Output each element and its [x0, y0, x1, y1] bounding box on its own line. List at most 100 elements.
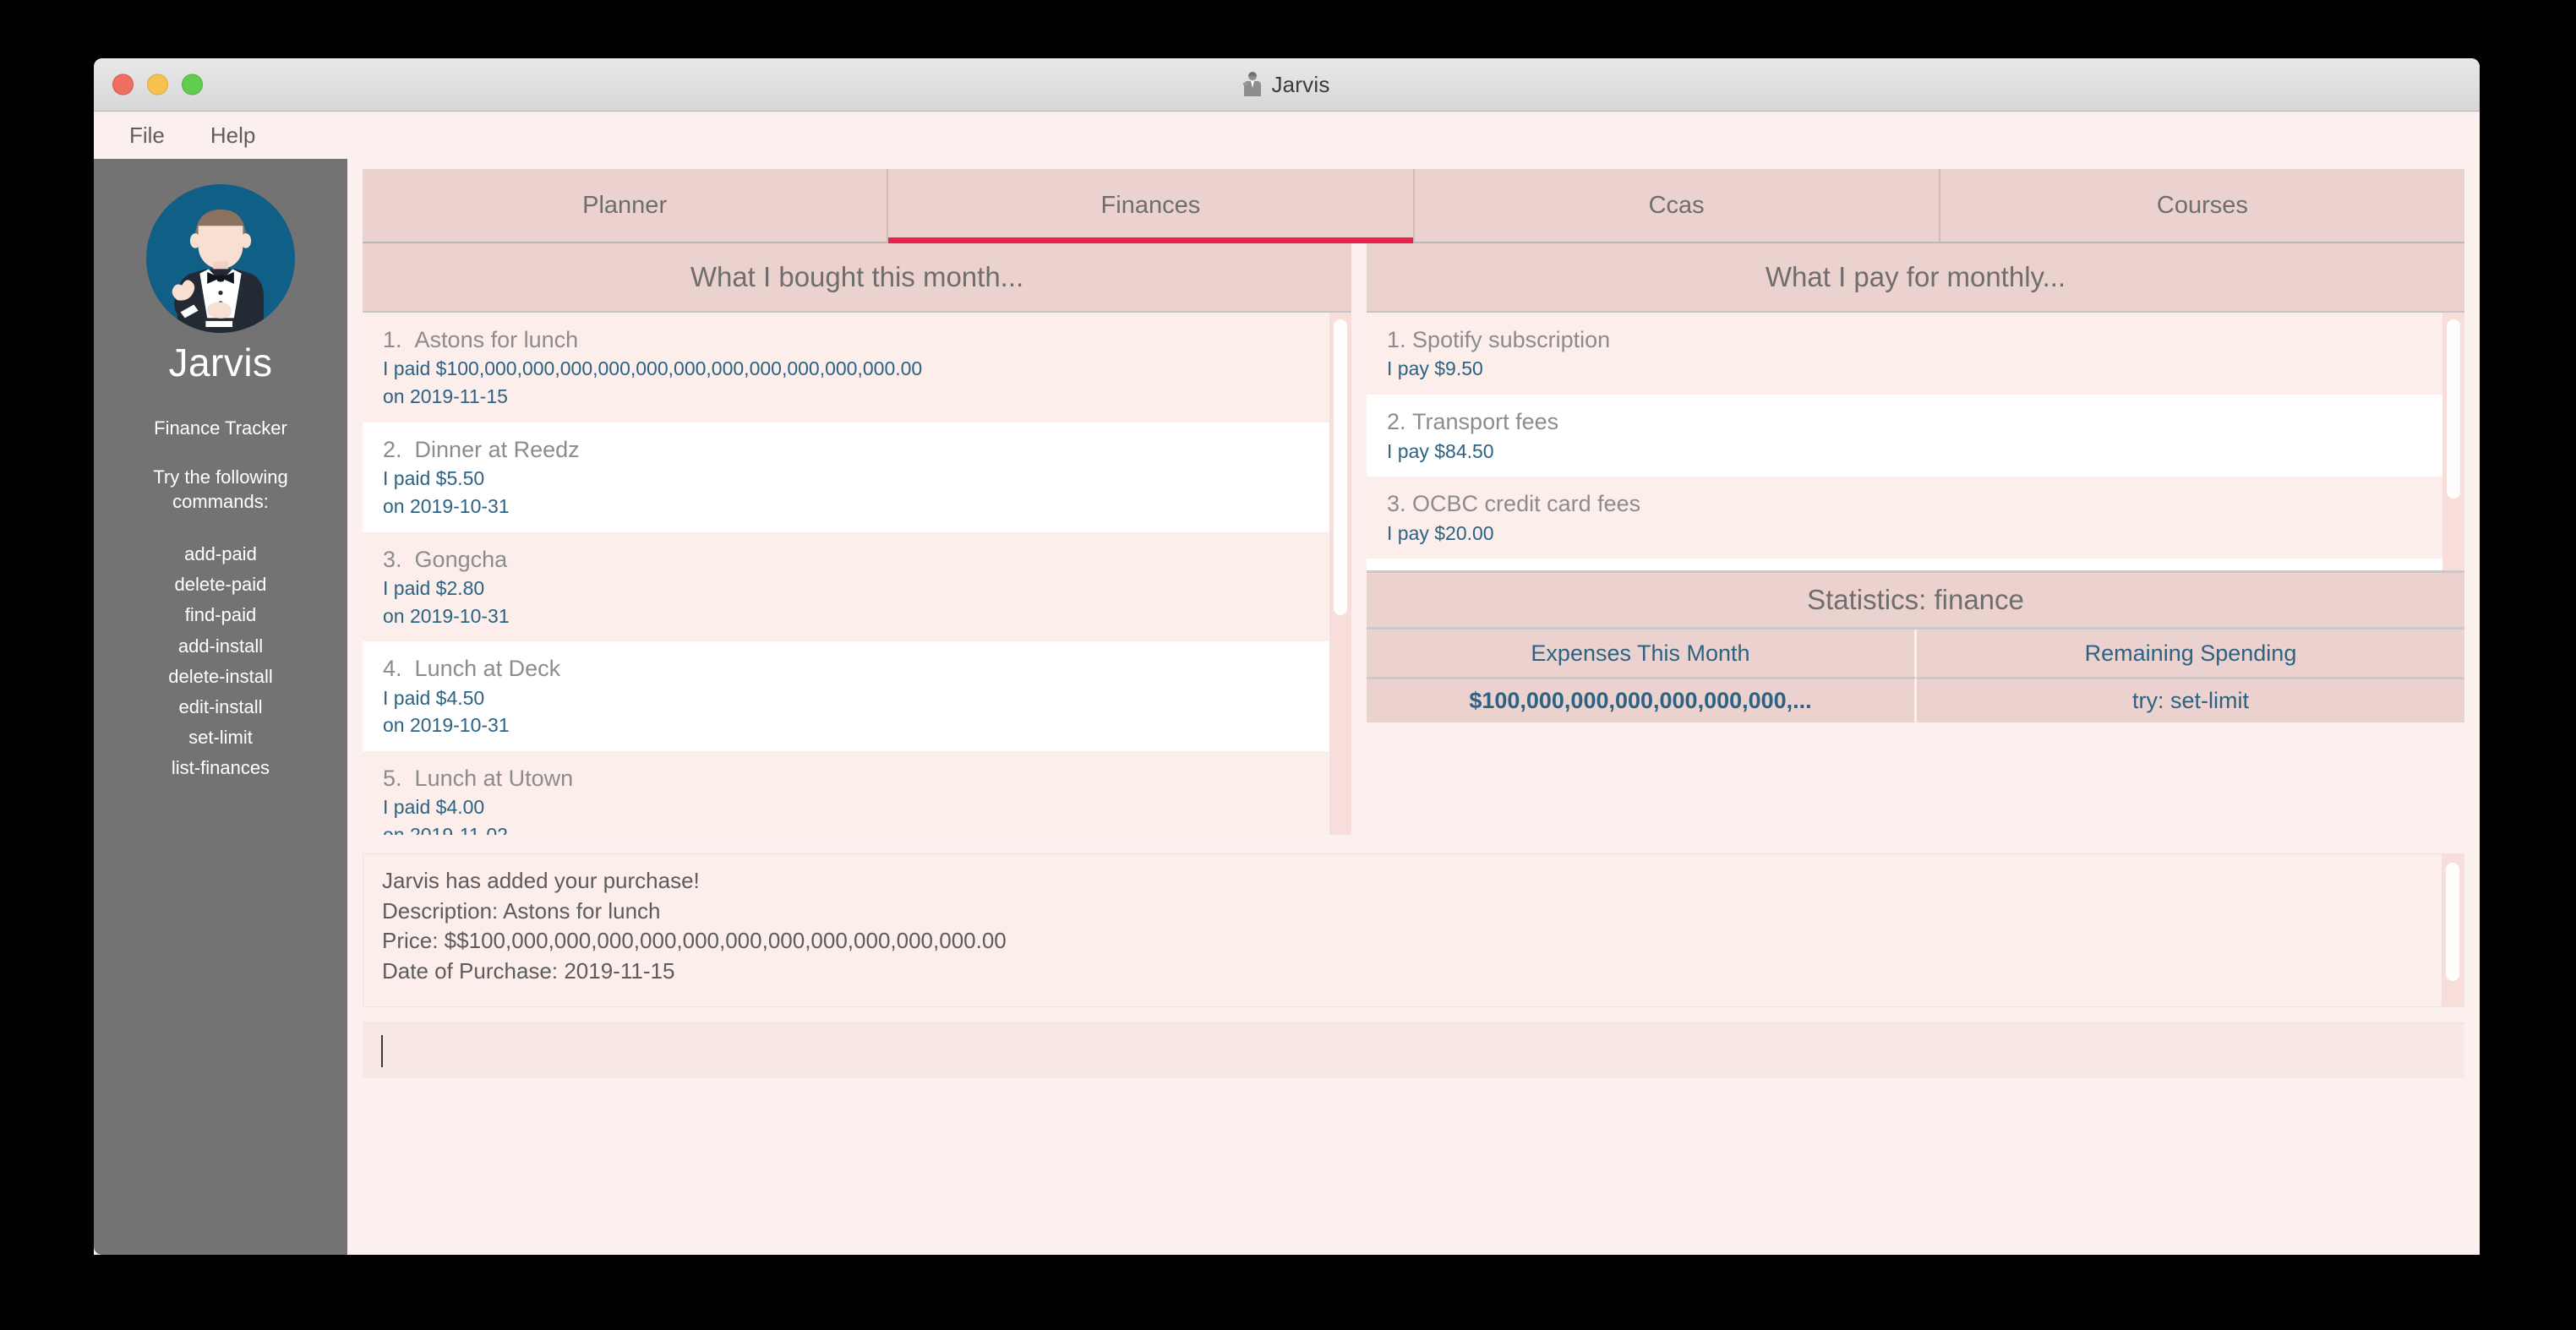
- purchases-header-label: What I bought this month...: [690, 261, 1024, 292]
- installment-index: 3.: [1387, 491, 1406, 517]
- window-title-group: Jarvis: [1243, 71, 1329, 98]
- menu-item-help[interactable]: Help: [204, 119, 262, 152]
- purchase-index: 1.: [383, 327, 402, 352]
- statistics-col-expenses-label: Expenses This Month: [1531, 640, 1750, 666]
- statistics-value-expenses: $100,000,000,000,000,000,000,...: [1367, 677, 1917, 722]
- installment-name: OCBC credit card fees: [1412, 491, 1641, 517]
- purchase-name: Dinner at Reedz: [414, 436, 580, 462]
- command-find-paid[interactable]: find-paid: [185, 600, 256, 630]
- installment-name: Spotify subscription: [1412, 327, 1611, 352]
- purchases-list[interactable]: 1. Astons for lunch I paid $100,000,000,…: [363, 313, 1351, 835]
- window-title: Jarvis: [1271, 71, 1330, 97]
- statistics-col-remaining: Remaining Spending: [1917, 630, 2464, 677]
- installments-scrollbar[interactable]: [2442, 313, 2464, 570]
- purchase-list-item[interactable]: 4. Lunch at Deck I paid $4.50 on 2019-10…: [363, 641, 1329, 751]
- installment-index: 2.: [1387, 409, 1406, 435]
- purchases-scrollbar[interactable]: [1329, 313, 1351, 835]
- installments-header-label: What I pay for monthly...: [1765, 261, 2066, 292]
- tab-planner[interactable]: Planner: [363, 169, 889, 242]
- purchase-amount: I paid $4.00: [383, 796, 485, 819]
- purchase-index: 2.: [383, 436, 402, 462]
- command-delete-paid[interactable]: delete-paid: [175, 570, 267, 599]
- tab-ccas-label: Ccas: [1648, 191, 1705, 219]
- butler-icon: [1243, 72, 1262, 96]
- log-scrollbar[interactable]: [2442, 854, 2464, 1006]
- zoom-window-button[interactable]: [182, 74, 203, 95]
- close-window-button[interactable]: [112, 74, 134, 95]
- tab-finances[interactable]: Finances: [888, 169, 1415, 243]
- window-titlebar: Jarvis: [94, 58, 2480, 112]
- command-list-finances[interactable]: list-finances: [172, 753, 270, 782]
- purchases-scrollbar-thumb[interactable]: [1334, 319, 1347, 615]
- purchase-list-item[interactable]: 3. Gongcha I paid $2.80 on 2019-10-31: [363, 531, 1329, 642]
- command-set-limit[interactable]: set-limit: [188, 722, 253, 752]
- statistics-header-label: Statistics: finance: [1807, 584, 2024, 615]
- tab-finances-label: Finances: [1100, 191, 1201, 219]
- statistics-values: $100,000,000,000,000,000,000,... try: se…: [1367, 677, 2464, 722]
- installment-index: 1.: [1387, 327, 1406, 352]
- main-content: Planner Finances Ccas Courses What I bou…: [347, 159, 2480, 1255]
- statistics-expenses-amount: $100,000,000,000,000,000,000,...: [1469, 688, 1812, 713]
- installment-list-item[interactable]: 1. Spotify subscription I pay $9.50: [1367, 313, 2442, 395]
- installment-list-item[interactable]: 3. OCBC credit card fees I pay $20.00: [1367, 477, 2442, 559]
- command-list: add-paid delete-paid find-paid add-insta…: [168, 539, 273, 783]
- purchase-name: Lunch at Utown: [414, 766, 574, 791]
- purchase-index: 4.: [383, 656, 402, 682]
- log-line: Description: Astons for lunch: [382, 897, 661, 924]
- purchase-date: on 2019-11-02: [383, 821, 1329, 835]
- purchase-name: Gongcha: [414, 546, 508, 572]
- statistics-header: Statistics: finance: [1367, 570, 2464, 630]
- sidebar-prompt: Try the following commands:: [153, 466, 288, 513]
- purchase-amount: I paid $2.80: [383, 576, 485, 599]
- tab-courses[interactable]: Courses: [1940, 169, 2464, 242]
- command-delete-install[interactable]: delete-install: [168, 662, 273, 691]
- purchase-index: 5.: [383, 766, 402, 791]
- statistics-remaining-hint: try: set-limit: [2132, 688, 2249, 713]
- statistics-col-expenses: Expenses This Month: [1367, 630, 1917, 677]
- installments-list[interactable]: 1. Spotify subscription I pay $9.50 2. T…: [1367, 313, 2464, 570]
- installment-amount: I pay $20.00: [1387, 521, 1494, 544]
- minimize-window-button[interactable]: [147, 74, 168, 95]
- tab-ccas[interactable]: Ccas: [1414, 169, 1940, 242]
- panel-divider: [1351, 243, 1367, 835]
- purchase-list-item[interactable]: 2. Dinner at Reedz I paid $5.50 on 2019-…: [363, 422, 1329, 532]
- text-caret: [381, 1034, 383, 1067]
- purchase-name: Lunch at Deck: [414, 656, 561, 682]
- butler-avatar-icon: [146, 184, 295, 333]
- installment-amount: I pay $9.50: [1387, 357, 1483, 380]
- statistics-panel: Statistics: finance Expenses This Month …: [1367, 570, 2464, 722]
- command-edit-install[interactable]: edit-install: [178, 692, 262, 722]
- installment-amount: I pay $84.50: [1387, 439, 1494, 462]
- app-window: Jarvis File Help Jarvis Finance Tracker …: [94, 58, 2480, 1255]
- purchase-date: on 2019-10-31: [383, 494, 510, 517]
- command-add-paid[interactable]: add-paid: [184, 539, 257, 569]
- command-input[interactable]: [363, 1022, 2464, 1078]
- installments-panel: What I pay for monthly... 1. Spotify sub…: [1367, 243, 2464, 835]
- purchase-amount: I paid $4.50: [383, 686, 485, 709]
- command-add-install[interactable]: add-install: [178, 631, 263, 661]
- statistics-value-remaining: try: set-limit: [1917, 677, 2464, 722]
- log-scrollbar-thumb[interactable]: [2446, 863, 2459, 981]
- purchase-date: on 2019-11-15: [383, 385, 508, 408]
- purchase-list-item[interactable]: 1. Astons for lunch I paid $100,000,000,…: [363, 313, 1329, 422]
- purchase-index: 3.: [383, 546, 402, 572]
- sidebar: Jarvis Finance Tracker Try the following…: [94, 159, 347, 1255]
- installment-list-item[interactable]: 4. Netflix subscription I pay $60.00: [1367, 559, 2442, 570]
- installments-panel-header: What I pay for monthly...: [1367, 243, 2464, 313]
- traffic-lights: [112, 74, 203, 95]
- menu-item-file[interactable]: File: [123, 119, 172, 152]
- installment-list-item[interactable]: 2. Transport fees I pay $84.50: [1367, 395, 2442, 477]
- tab-planner-label: Planner: [582, 191, 668, 219]
- purchase-list-item[interactable]: 5. Lunch at Utown I paid $4.00 on 2019-1…: [363, 751, 1329, 835]
- menu-bar: File Help: [94, 112, 2480, 159]
- purchases-panel-header: What I bought this month...: [363, 243, 1351, 313]
- installments-scrollbar-thumb[interactable]: [2447, 319, 2460, 499]
- installment-name: Transport fees: [1412, 409, 1559, 435]
- sidebar-app-name: Jarvis: [168, 341, 273, 384]
- log-line: Jarvis has added your purchase!: [382, 868, 700, 893]
- purchase-amount: I paid $100,000,000,000,000,000,000,000,…: [383, 357, 923, 380]
- purchase-amount: I paid $5.50: [383, 467, 485, 490]
- tab-bar: Planner Finances Ccas Courses: [363, 169, 2464, 243]
- log-line: Price: $$100,000,000,000,000,000,000,000…: [382, 928, 1007, 954]
- tab-courses-label: Courses: [2156, 191, 2248, 219]
